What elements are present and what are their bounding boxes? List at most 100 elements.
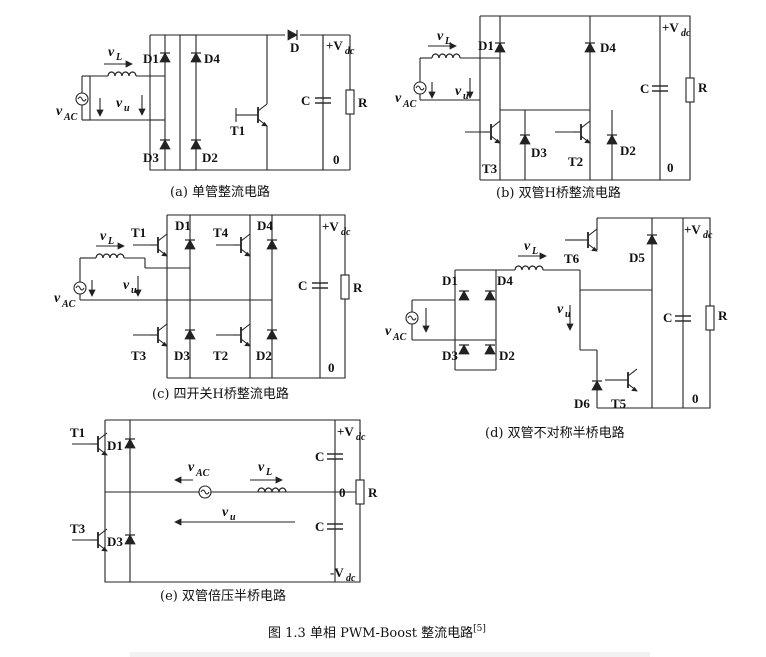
- a-vac-sub: AC: [63, 112, 78, 123]
- d-c-label: C: [663, 310, 672, 325]
- b-vl-sub: L: [444, 36, 451, 47]
- c-d4-label: D4: [257, 218, 273, 233]
- a-zero-label: 0: [333, 152, 340, 167]
- a-d3-label: D3: [143, 150, 159, 165]
- c-t1-label: T1: [131, 225, 146, 240]
- figure-caption: 图 1.3 单相 PWM-Boost 整流电路[5]: [268, 624, 486, 641]
- e-vu-label: v: [222, 505, 229, 520]
- c-t3-label: T3: [131, 348, 147, 363]
- e-vdc-neg-sub: dc: [346, 573, 356, 584]
- b-vdc-label: +V: [662, 20, 679, 35]
- a-vl-label: v: [108, 45, 115, 60]
- a-vac-label: v: [56, 104, 63, 119]
- a-d2-label: D2: [202, 150, 218, 165]
- b-vu-label: v: [455, 84, 462, 99]
- b-vu-sub: u: [463, 91, 469, 102]
- c-t2-label: T2: [213, 348, 228, 363]
- a-t1-label: T1: [230, 123, 245, 138]
- b-vl-label: v: [437, 29, 444, 44]
- a-caption: (a) 单管整流电路: [170, 184, 270, 200]
- e-d1-label: D1: [107, 438, 123, 453]
- e-t1-label: T1: [70, 425, 85, 440]
- c-r-label: R: [353, 280, 363, 295]
- c-c-label: C: [298, 278, 307, 293]
- d-d6-label: D6: [574, 396, 590, 411]
- a-c-label: C: [301, 93, 310, 108]
- e-vdc-neg-label: -V: [330, 565, 344, 580]
- b-d2-label: D2: [620, 143, 636, 158]
- b-r-label: R: [698, 80, 708, 95]
- e-t3-label: T3: [70, 521, 86, 536]
- c-d1-label: D1: [175, 218, 191, 233]
- c-caption: (c) 四开关H桥整流电路: [152, 386, 289, 402]
- d-vac-label: v: [385, 324, 392, 339]
- d-vdc-label: +V: [684, 222, 701, 237]
- a-d1-label: D1: [143, 51, 159, 66]
- d-r-label: R: [718, 308, 728, 323]
- d-caption: (d) 双管不对称半桥电路: [485, 425, 625, 441]
- b-t2-label: T2: [568, 154, 583, 169]
- c-vu-sub: u: [131, 285, 137, 296]
- d-zero-label: 0: [692, 391, 699, 406]
- a-r-label: R: [358, 95, 368, 110]
- b-c-label: C: [640, 81, 649, 96]
- d-d4-label: D4: [497, 273, 513, 288]
- circuit-figure: v L v AC v u D1 D4 D3 D2 D T1 C R +V dc …: [54, 15, 728, 657]
- e-vdc-pos-sub: dc: [356, 432, 366, 443]
- d-d1-label: D1: [442, 273, 458, 288]
- b-vac-sub: AC: [402, 99, 417, 110]
- b-d4-label: D4: [600, 40, 616, 55]
- e-vac-label: v: [188, 460, 195, 475]
- b-zero-label: 0: [667, 160, 674, 175]
- e-r-label: R: [368, 485, 378, 500]
- c-vdc-sub: dc: [341, 227, 351, 238]
- e-vl-label: v: [258, 460, 265, 475]
- a-vdc-label: +V: [326, 38, 343, 53]
- a-vu-label: v: [116, 96, 123, 111]
- c-vac-sub: AC: [61, 299, 76, 310]
- d-d2-label: D2: [499, 348, 515, 363]
- e-vl-sub: L: [265, 467, 272, 478]
- c-d2-label: D2: [256, 348, 272, 363]
- b-t3-label: T3: [482, 161, 498, 176]
- a-vl-sub: L: [115, 52, 122, 63]
- c-d3-label: D3: [174, 348, 190, 363]
- c-vdc-label: +V: [322, 219, 339, 234]
- c-vac-label: v: [54, 291, 61, 306]
- d-d3-label: D3: [442, 348, 458, 363]
- c-zero-label: 0: [328, 360, 335, 375]
- panel-c-circuit: [73, 214, 350, 379]
- figure-caption-ref: [5]: [473, 624, 486, 634]
- b-d3-label: D3: [531, 145, 547, 160]
- c-vu-label: v: [123, 278, 130, 293]
- b-caption: (b) 双管H桥整流电路: [496, 185, 621, 201]
- d-t5-label: T5: [611, 396, 627, 411]
- a-d4-label: D4: [204, 51, 220, 66]
- d-d5-label: D5: [629, 250, 645, 265]
- c-t4-label: T4: [213, 225, 229, 240]
- b-d1-label: D1: [478, 38, 494, 53]
- e-caption: (e) 双管倍压半桥电路: [160, 588, 286, 604]
- e-c-top-label: C: [315, 449, 324, 464]
- bottom-strip: [130, 652, 650, 657]
- e-d3-label: D3: [107, 534, 123, 549]
- figure-caption-text: 图 1.3 单相 PWM-Boost 整流电路: [268, 625, 473, 641]
- e-c-bot-label: C: [315, 519, 324, 534]
- d-vl-sub: L: [531, 246, 538, 257]
- d-vu-label: v: [557, 302, 564, 317]
- c-vl-label: v: [100, 229, 107, 244]
- d-vl-label: v: [524, 239, 531, 254]
- b-vac-label: v: [395, 91, 402, 106]
- panel-e-labels: T1 D1 T3 D3 v AC v L v u C C R 0 +V dc -…: [70, 424, 378, 604]
- e-vdc-pos-label: +V: [337, 424, 354, 439]
- b-vdc-sub: dc: [681, 28, 691, 39]
- a-vdc-sub: dc: [345, 46, 355, 57]
- panel-a-labels: v L v AC v u D1 D4 D3 D2 D T1 C R +V dc …: [56, 38, 368, 200]
- e-vu-sub: u: [230, 512, 236, 523]
- e-zero-label: 0: [339, 485, 346, 500]
- d-t6-label: T6: [564, 251, 580, 266]
- a-vu-sub: u: [124, 103, 130, 114]
- d-vac-sub: AC: [392, 332, 407, 343]
- e-vac-sub: AC: [195, 468, 210, 479]
- d-vdc-sub: dc: [703, 230, 713, 241]
